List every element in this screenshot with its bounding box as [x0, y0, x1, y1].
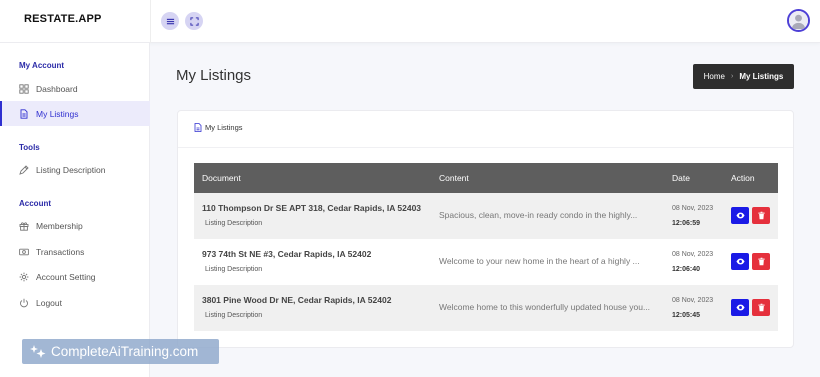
trash-icon: [757, 257, 765, 266]
eye-icon: [735, 212, 745, 219]
menu-toggle-button[interactable]: [161, 12, 179, 30]
table-header: Document Content Date Action: [194, 163, 778, 193]
listing-date: 08 Nov, 2023: [672, 205, 714, 212]
table-row: 973 74th St NE #3, Cedar Rapids, IA 5240…: [194, 239, 778, 285]
sidebar-item-membership[interactable]: Membership: [0, 213, 150, 238]
listing-address: 3801 Pine Wood Dr NE, Cedar Rapids, IA 5…: [202, 295, 392, 305]
document-icon: [194, 123, 202, 132]
table-row: 3801 Pine Wood Dr NE, Cedar Rapids, IA 5…: [194, 285, 778, 331]
card-title: My Listings: [205, 123, 243, 132]
card-divider: [178, 147, 793, 148]
money-icon: [19, 248, 29, 255]
listing-address: 973 74th St NE #3, Cedar Rapids, IA 5240…: [202, 249, 372, 259]
listing-type: Listing Description: [205, 312, 263, 319]
view-button[interactable]: [731, 207, 749, 224]
listing-address: 110 Thompson Dr SE APT 318, Cedar Rapids…: [202, 203, 422, 213]
fullscreen-icon: [189, 16, 199, 26]
app-logo[interactable]: RESTATE.APP: [24, 13, 102, 25]
listing-time: 12:05:45: [672, 312, 701, 319]
listing-type: Listing Description: [205, 266, 263, 273]
top-bar: RESTATE.APP: [0, 0, 820, 43]
delete-button[interactable]: [752, 253, 770, 270]
delete-button[interactable]: [752, 207, 770, 224]
sidebar: My Account Dashboard My Listings Tools L…: [0, 43, 150, 377]
grid-icon: [19, 83, 29, 94]
listing-date: 08 Nov, 2023: [672, 297, 714, 304]
sidebar-item-label: Transactions: [36, 246, 85, 257]
table-row: 110 Thompson Dr SE APT 318, Cedar Rapids…: [194, 193, 778, 239]
column-header-date: Date: [672, 173, 690, 183]
column-header-document: Document: [202, 173, 241, 183]
sidebar-item-dashboard[interactable]: Dashboard: [0, 76, 150, 101]
section-account: Account: [19, 199, 51, 208]
breadcrumb-current: My Listings: [739, 72, 784, 81]
listing-content: Spacious, clean, move-in ready condo in …: [439, 210, 638, 220]
watermark-text: CompleteAiTraining.com: [51, 344, 199, 359]
section-my-account: My Account: [19, 61, 65, 70]
sparkle-icon: [30, 344, 46, 358]
listing-date: 08 Nov, 2023: [672, 251, 714, 258]
sidebar-item-account-setting[interactable]: Account Setting: [0, 264, 150, 289]
watermark-banner: CompleteAiTraining.com: [22, 339, 219, 364]
card-header: My Listings: [194, 123, 243, 132]
avatar-icon: [789, 11, 808, 30]
sidebar-item-listing-description[interactable]: Listing Description: [0, 157, 150, 182]
sidebar-item-label: Listing Description: [36, 164, 106, 175]
view-button[interactable]: [731, 299, 749, 316]
trash-icon: [757, 211, 765, 220]
eye-icon: [735, 258, 745, 265]
sidebar-item-label: My Listings: [36, 108, 79, 119]
user-avatar[interactable]: [787, 9, 810, 32]
listing-time: 12:06:59: [672, 220, 701, 227]
listings-card: My Listings Document Content Date Action…: [177, 110, 794, 348]
view-button[interactable]: [731, 253, 749, 270]
section-tools: Tools: [19, 143, 40, 152]
breadcrumb-separator: ›: [730, 73, 734, 80]
gift-icon: [19, 221, 29, 231]
sidebar-item-logout[interactable]: Logout: [0, 290, 150, 315]
eye-icon: [735, 304, 745, 311]
breadcrumb: Home › My Listings: [693, 64, 794, 89]
sidebar-item-label: Account Setting: [36, 271, 96, 282]
sidebar-item-transactions[interactable]: Transactions: [0, 239, 150, 264]
fullscreen-button[interactable]: [185, 12, 203, 30]
pen-icon: [19, 164, 29, 175]
menu-icon: [166, 18, 174, 24]
power-icon: [20, 298, 28, 307]
listing-content: Welcome home to this wonderfully updated…: [439, 302, 651, 312]
gear-icon: [19, 272, 29, 281]
breadcrumb-home-link[interactable]: Home: [704, 72, 725, 81]
sidebar-item-my-listings[interactable]: My Listings: [0, 101, 150, 126]
logo-divider: [150, 0, 151, 43]
listing-content: Welcome to your new home in the heart of…: [439, 256, 640, 266]
page-title: My Listings: [176, 67, 252, 84]
document-icon: [20, 108, 28, 119]
listing-type: Listing Description: [205, 220, 263, 227]
column-header-action: Action: [731, 173, 755, 183]
sidebar-item-label: Dashboard: [36, 83, 78, 94]
trash-icon: [757, 303, 765, 312]
delete-button[interactable]: [752, 299, 770, 316]
sidebar-item-label: Membership: [36, 220, 83, 231]
listing-time: 12:06:40: [672, 266, 701, 273]
column-header-content: Content: [439, 173, 469, 183]
sidebar-item-label: Logout: [36, 297, 62, 308]
